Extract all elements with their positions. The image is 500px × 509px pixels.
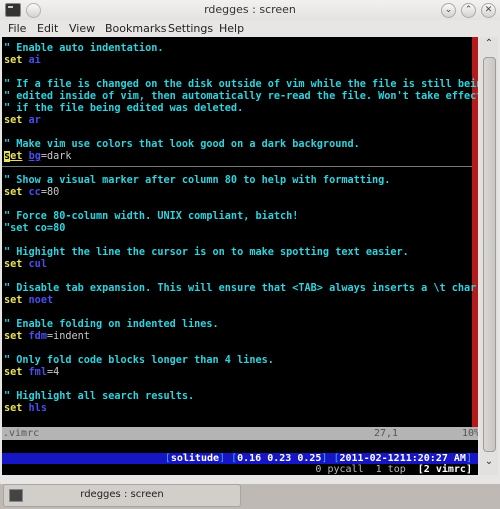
scroll-down-icon[interactable]: ⌄ — [480, 455, 498, 469]
screen-window-list: 0 pycall 1 top [2 vimrc] — [2, 464, 478, 475]
keyword-set: set — [4, 151, 23, 162]
keyword-set: set — [4, 367, 23, 378]
comment-text: " Force 80-column width. UNIX compliant,… — [4, 211, 299, 222]
maximize-button[interactable]: ⌃ — [461, 3, 476, 18]
taskbar-item-label: rdegges : screen — [80, 489, 164, 500]
comment-text: " edited inside of vim, then automatical… — [4, 91, 478, 102]
vim-status-line: .vimrc 27,1 10% — [2, 427, 478, 440]
option-name: noet — [28, 295, 54, 306]
menu-file[interactable]: File — [8, 22, 26, 35]
status-percent: 10% — [462, 428, 478, 439]
comment-line: " Highlight all search results. — [4, 391, 194, 403]
status-position: 27,1 — [374, 428, 399, 439]
comment-line: " Enable folding on indented lines. — [4, 319, 219, 331]
chevron-down-icon: ⌄ — [444, 5, 453, 15]
taskbar-item[interactable]: rdegges : screen — [3, 484, 241, 507]
set-line: set cul — [4, 259, 47, 271]
set-line: set fml=4 — [4, 367, 59, 379]
option-name: ar — [28, 115, 41, 126]
option-value: =dark — [40, 151, 72, 162]
set-line: set hls — [4, 403, 47, 415]
comment-line: " If a file is changed on the disk outsi… — [4, 79, 478, 91]
window-title: rdegges : screen — [204, 3, 296, 16]
menu-settings[interactable]: Settings — [168, 22, 213, 35]
keyword-set: set — [4, 295, 23, 306]
comment-text: " Highlight all search results. — [4, 391, 195, 402]
comment-text: " Show a visual marker after column 80 t… — [4, 175, 391, 186]
menu-bar: File Edit View Bookmarks Settings Help — [0, 20, 500, 37]
close-button[interactable]: ✕ — [481, 3, 496, 18]
set-line: set noet — [4, 295, 53, 307]
menu-view[interactable]: View — [69, 22, 95, 35]
comment-text: "set co=80 — [4, 223, 66, 234]
comment-text: " Enable folding on indented lines. — [4, 319, 219, 330]
option-value: =80 — [40, 187, 60, 198]
set-line: set bg=dark — [4, 151, 72, 163]
comment-line: " Make vim use colors that look good on … — [4, 139, 360, 151]
menu-bookmarks[interactable]: Bookmarks — [105, 22, 166, 35]
comment-text: " If a file is changed on the disk outsi… — [4, 79, 478, 90]
comment-line: " Show a visual marker after column 80 t… — [4, 175, 390, 187]
load-average: 0.16 0.23 0.25 — [237, 453, 322, 464]
set-line: set ai — [4, 55, 41, 67]
chevron-up-icon: ⌃ — [464, 5, 473, 15]
close-icon: ✕ — [484, 5, 493, 15]
scroll-up-icon[interactable]: ⌃ — [480, 37, 498, 51]
comment-line: " Force 80-column width. UNIX compliant,… — [4, 211, 298, 223]
terminal-area[interactable]: " Enable auto indentation. set ai " If a f… — [2, 37, 478, 475]
comment-text: " Disable tab expansion. This will ensur… — [4, 283, 478, 294]
keyword-set: set — [4, 55, 23, 66]
menu-edit[interactable]: Edit — [37, 22, 58, 35]
comment-text: " Make vim use colors that look good on … — [4, 139, 360, 150]
comment-line: "set co=80 — [4, 223, 65, 235]
set-line: set ar — [4, 115, 41, 127]
comment-text: " Highight the line the cursor is on to … — [4, 247, 409, 258]
hostname: solitude — [170, 453, 220, 464]
keyword-set: set — [4, 331, 23, 342]
menu-help[interactable]: Help — [219, 22, 244, 35]
comment-line: " Highight the line the cursor is on to … — [4, 247, 409, 259]
option-name: fml — [28, 367, 47, 378]
window-list[interactable]: 0 pycall 1 top — [315, 464, 417, 475]
screen-hardstatus: [solitude] [0.16 0.23 0.25] [2011-02-121… — [2, 453, 478, 464]
option-name: ai — [28, 55, 41, 66]
option-name: fdm — [28, 331, 47, 342]
terminal-window: rdegges : screen ⌄ ⌃ ✕ File Edit View Bo… — [0, 0, 500, 484]
comment-line: " edited inside of vim, then automatical… — [4, 91, 478, 103]
minimize-button[interactable]: ⌄ — [441, 3, 456, 18]
option-name: hls — [28, 403, 47, 414]
taskbar: rdegges : screen — [0, 484, 500, 509]
option-name: cc — [28, 187, 41, 198]
keyword-set: set — [4, 403, 23, 414]
comment-text: " Only fold code blocks longer than 4 li… — [4, 355, 274, 366]
comment-line: " Enable auto indentation. — [4, 43, 163, 55]
option-value: =4 — [46, 367, 60, 378]
comment-line: " Disable tab expansion. This will ensur… — [4, 283, 478, 295]
comment-text: " if the file being edited was deleted. — [4, 103, 244, 114]
current-window[interactable]: [2 vimrc] — [418, 464, 472, 475]
cursor-line — [2, 166, 472, 167]
datetime: 2011-02-1211:20:27 AM — [339, 453, 466, 464]
scrollbar-thumb[interactable] — [483, 57, 496, 452]
option-value: =indent — [46, 331, 90, 342]
keyword-set: set — [4, 115, 23, 126]
keyword-set: set — [4, 187, 23, 198]
keyword-set: set — [4, 259, 23, 270]
set-line: set cc=80 — [4, 187, 59, 199]
status-filename: .vimrc — [3, 428, 40, 439]
title-bar[interactable]: rdegges : screen ⌄ ⌃ ✕ — [0, 0, 500, 20]
comment-line: " if the file being edited was deleted. — [4, 103, 243, 115]
option-name: bg — [28, 151, 41, 162]
comment-line: " Only fold code blocks longer than 4 li… — [4, 355, 274, 367]
set-line: set fdm=indent — [4, 331, 90, 343]
option-name: cul — [28, 259, 47, 270]
comment-text: " Enable auto indentation. — [4, 43, 164, 54]
scrollbar[interactable]: ⌃ ⌄ — [480, 37, 498, 475]
